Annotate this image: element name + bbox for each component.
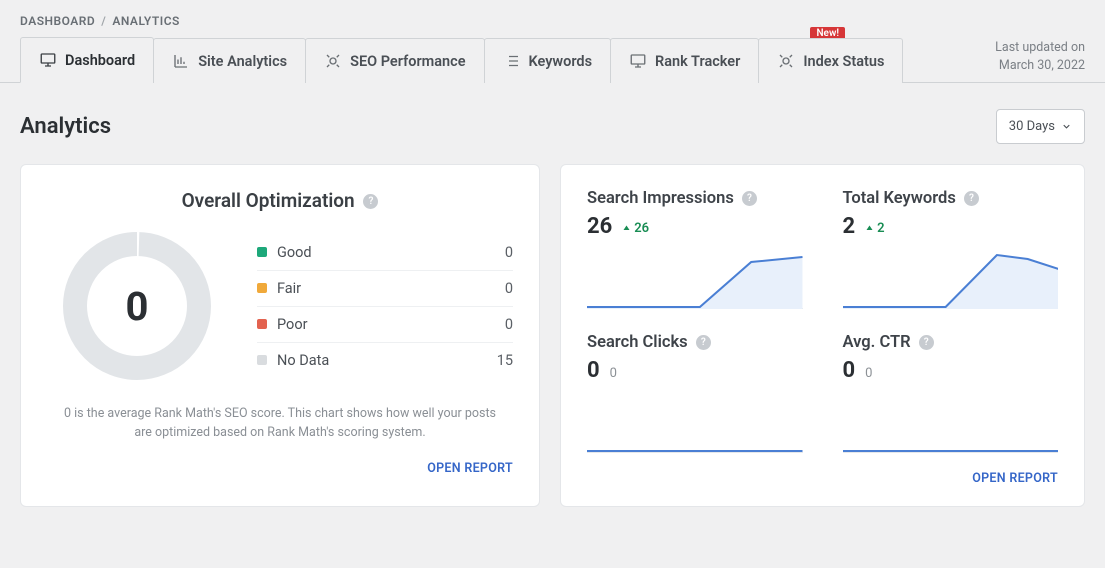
help-icon[interactable]: ? [919, 335, 934, 350]
tab-label: Dashboard [65, 52, 135, 69]
search-stats-card: Search Impressions ? 26 26 [560, 164, 1085, 507]
chevron-down-icon [1061, 121, 1072, 132]
help-icon[interactable]: ? [742, 191, 757, 206]
legend-dot [257, 355, 267, 365]
last-updated-label: Last updated on [995, 39, 1085, 57]
monitor-icon [629, 52, 647, 70]
card-title: Overall Optimization [182, 189, 355, 212]
legend-row-poor: Poor 0 [257, 307, 513, 343]
date-range-label: 30 Days [1009, 119, 1055, 134]
tab-seo-performance[interactable]: SEO Performance [305, 38, 484, 83]
optimization-score: 0 [57, 226, 217, 386]
target-icon [324, 52, 342, 70]
optimization-legend: Good 0 Fair 0 Poor 0 No Data 15 [257, 235, 513, 378]
help-icon[interactable]: ? [363, 194, 378, 209]
stat-clicks: Search Clicks ? 0 0 [587, 333, 803, 453]
overall-optimization-card: Overall Optimization ? 0 Good 0 [20, 164, 540, 507]
tab-label: Rank Tracker [655, 53, 740, 70]
tab-label: Site Analytics [198, 53, 287, 70]
stat-value: 2 [843, 214, 856, 239]
clicks-sparkline [587, 391, 803, 453]
legend-row-fair: Fair 0 [257, 271, 513, 307]
breadcrumb-sep: / [101, 14, 106, 28]
help-icon[interactable]: ? [696, 335, 711, 350]
stat-title-text: Search Impressions [587, 189, 734, 208]
legend-label: Poor [277, 316, 505, 333]
stat-delta: 26 [622, 221, 649, 236]
help-icon[interactable]: ? [964, 191, 979, 206]
tab-index-status[interactable]: Index Status [758, 38, 903, 83]
legend-dot [257, 319, 267, 329]
stat-sub: 0 [865, 366, 872, 381]
ctr-sparkline [843, 391, 1059, 453]
last-updated-date: March 30, 2022 [995, 57, 1085, 75]
stat-title-text: Total Keywords [843, 189, 956, 208]
tab-label: Index Status [803, 53, 884, 70]
date-range-select[interactable]: 30 Days [996, 109, 1085, 144]
legend-row-good: Good 0 [257, 235, 513, 271]
impressions-sparkline [587, 247, 803, 309]
tab-rank-tracker[interactable]: Rank Tracker [610, 38, 759, 83]
open-report-link[interactable]: OPEN REPORT [427, 461, 513, 476]
stat-value: 0 [587, 358, 600, 383]
legend-row-nodata: No Data 15 [257, 343, 513, 378]
legend-dot [257, 247, 267, 257]
legend-label: Good [277, 244, 505, 261]
legend-value: 15 [497, 352, 513, 369]
stat-impressions: Search Impressions ? 26 26 [587, 189, 803, 309]
keywords-sparkline [843, 247, 1059, 309]
breadcrumb: DASHBOARD / ANALYTICS [0, 0, 1105, 36]
tab-dashboard[interactable]: Dashboard [20, 37, 154, 83]
optimization-donut: 0 [57, 226, 217, 386]
stat-value: 0 [843, 358, 856, 383]
legend-value: 0 [505, 316, 513, 333]
stat-title-text: Avg. CTR [843, 333, 911, 352]
tab-site-analytics[interactable]: Site Analytics [153, 38, 306, 83]
stat-keywords: Total Keywords ? 2 2 [843, 189, 1059, 309]
target-icon [777, 52, 795, 70]
list-icon [503, 52, 521, 70]
tab-label: Keywords [529, 53, 593, 70]
breadcrumb-current: ANALYTICS [112, 14, 180, 28]
tab-label: SEO Performance [350, 53, 465, 70]
tab-keywords[interactable]: Keywords [484, 38, 612, 83]
stat-sub: 0 [610, 366, 617, 381]
page-title: Analytics [20, 114, 111, 139]
legend-label: No Data [277, 352, 497, 369]
legend-dot [257, 283, 267, 293]
stat-delta: 2 [865, 221, 884, 236]
stat-value: 26 [587, 214, 612, 239]
chart-icon [172, 52, 190, 70]
monitor-icon [39, 51, 57, 69]
legend-label: Fair [277, 280, 505, 297]
up-arrow-icon [622, 224, 631, 233]
open-report-link[interactable]: OPEN REPORT [972, 471, 1058, 486]
last-updated: Last updated on March 30, 2022 [995, 39, 1085, 82]
legend-value: 0 [505, 244, 513, 261]
legend-value: 0 [505, 280, 513, 297]
tab-bar: Dashboard Site Analytics SEO Performance… [0, 36, 1105, 83]
stat-ctr: Avg. CTR ? 0 0 [843, 333, 1059, 453]
up-arrow-icon [865, 224, 874, 233]
stat-title-text: Search Clicks [587, 333, 688, 352]
breadcrumb-root[interactable]: DASHBOARD [20, 14, 95, 28]
optimization-description: 0 is the average Rank Math's SEO score. … [47, 404, 513, 443]
